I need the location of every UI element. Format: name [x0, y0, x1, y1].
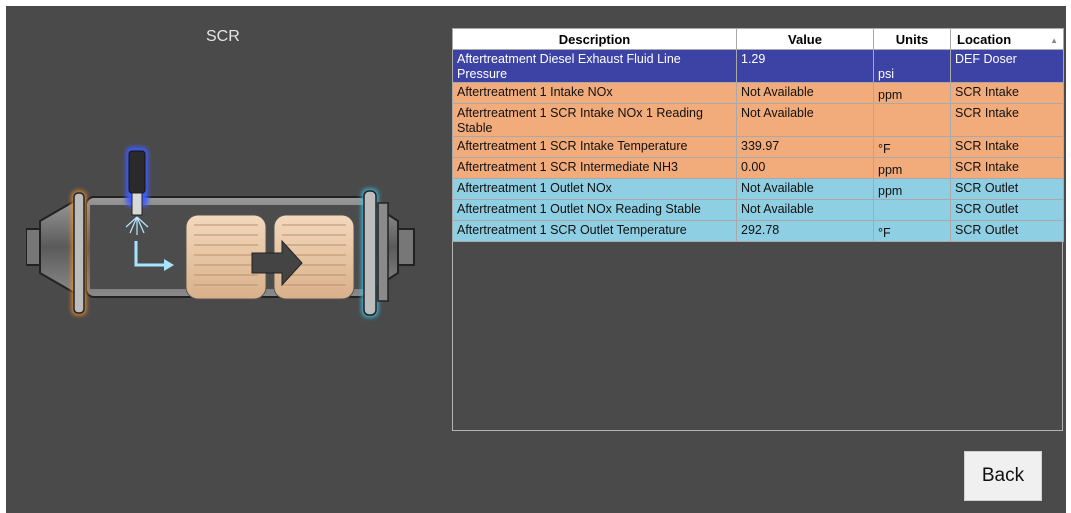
scr-screen: SCR Description Value Units Location ▲ A…: [6, 6, 1066, 513]
scr-diagram: [26, 147, 415, 317]
sensor-table: Description Value Units Location ▲ Aftert…: [452, 28, 1064, 242]
table-row[interactable]: Aftertreatment 1 SCR Intake NOx 1 Readin…: [452, 103, 1064, 137]
cell-description: Aftertreatment 1 SCR Intake Temperature: [452, 136, 737, 158]
cell-value: 0.00: [736, 157, 874, 179]
sensor-data-grid: Description Value Units Location ▲ Aftert…: [452, 28, 1064, 431]
cell-value: Not Available: [736, 178, 874, 200]
column-header-description[interactable]: Description: [452, 28, 737, 50]
page-title: SCR: [206, 28, 240, 45]
table-row[interactable]: Aftertreatment 1 Outlet NOx Not Available…: [452, 178, 1064, 200]
cell-description: Aftertreatment 1 SCR Intake NOx 1 Readin…: [452, 103, 737, 137]
scr-outlet-flange: [362, 189, 389, 317]
cell-location: SCR Intake: [950, 157, 1064, 179]
cell-units: [873, 103, 951, 137]
cell-location: SCR Intake: [950, 82, 1064, 104]
cell-units: [873, 199, 951, 221]
cell-value: 1.29: [736, 49, 874, 83]
cell-value: Not Available: [736, 103, 874, 137]
cell-units: °F: [873, 220, 951, 242]
cell-value: Not Available: [736, 199, 874, 221]
table-row[interactable]: Aftertreatment 1 SCR Intermediate NH3 0.0…: [452, 157, 1064, 179]
table-row[interactable]: Aftertreatment 1 SCR Outlet Temperature 2…: [452, 220, 1064, 242]
cell-units: psi: [873, 49, 951, 83]
column-header-location[interactable]: Location ▲: [950, 28, 1064, 50]
cell-description: Aftertreatment 1 Outlet NOx: [452, 178, 737, 200]
cell-description: Aftertreatment 1 Intake NOx: [452, 82, 737, 104]
table-row[interactable]: Aftertreatment Diesel Exhaust Fluid Line…: [452, 49, 1064, 83]
table-row[interactable]: Aftertreatment 1 Intake NOx Not Available…: [452, 82, 1064, 104]
column-header-value[interactable]: Value: [736, 28, 874, 50]
table-row[interactable]: Aftertreatment 1 SCR Intake Temperature 3…: [452, 136, 1064, 158]
cell-description: Aftertreatment 1 SCR Outlet Temperature: [452, 220, 737, 242]
cell-units: °F: [873, 136, 951, 158]
back-button[interactable]: Back: [964, 451, 1042, 501]
cell-units: ppm: [873, 82, 951, 104]
cell-units: ppm: [873, 178, 951, 200]
cell-location: SCR Outlet: [950, 178, 1064, 200]
cell-value: Not Available: [736, 82, 874, 104]
table-header-row: Description Value Units Location ▲: [452, 28, 1064, 50]
cell-value: 292.78: [736, 220, 874, 242]
cell-units: ppm: [873, 157, 951, 179]
cell-description: Aftertreatment 1 Outlet NOx Reading Stab…: [452, 199, 737, 221]
cell-description: Aftertreatment Diesel Exhaust Fluid Line…: [452, 49, 737, 83]
cell-location: DEF Doser: [950, 49, 1064, 83]
cell-description: Aftertreatment 1 SCR Intermediate NH3: [452, 157, 737, 179]
cell-location: SCR Intake: [950, 103, 1064, 137]
cell-location: SCR Outlet: [950, 199, 1064, 221]
column-header-location-label: Location: [957, 31, 1012, 47]
cell-location: SCR Intake: [950, 136, 1064, 158]
cell-location: SCR Outlet: [950, 220, 1064, 242]
column-header-units[interactable]: Units: [873, 28, 951, 50]
cell-value: 339.97: [736, 136, 874, 158]
table-row[interactable]: Aftertreatment 1 Outlet NOx Reading Stab…: [452, 199, 1064, 221]
scr-intake-flange: [72, 191, 86, 315]
sort-indicator-icon: ▲: [1050, 36, 1058, 45]
